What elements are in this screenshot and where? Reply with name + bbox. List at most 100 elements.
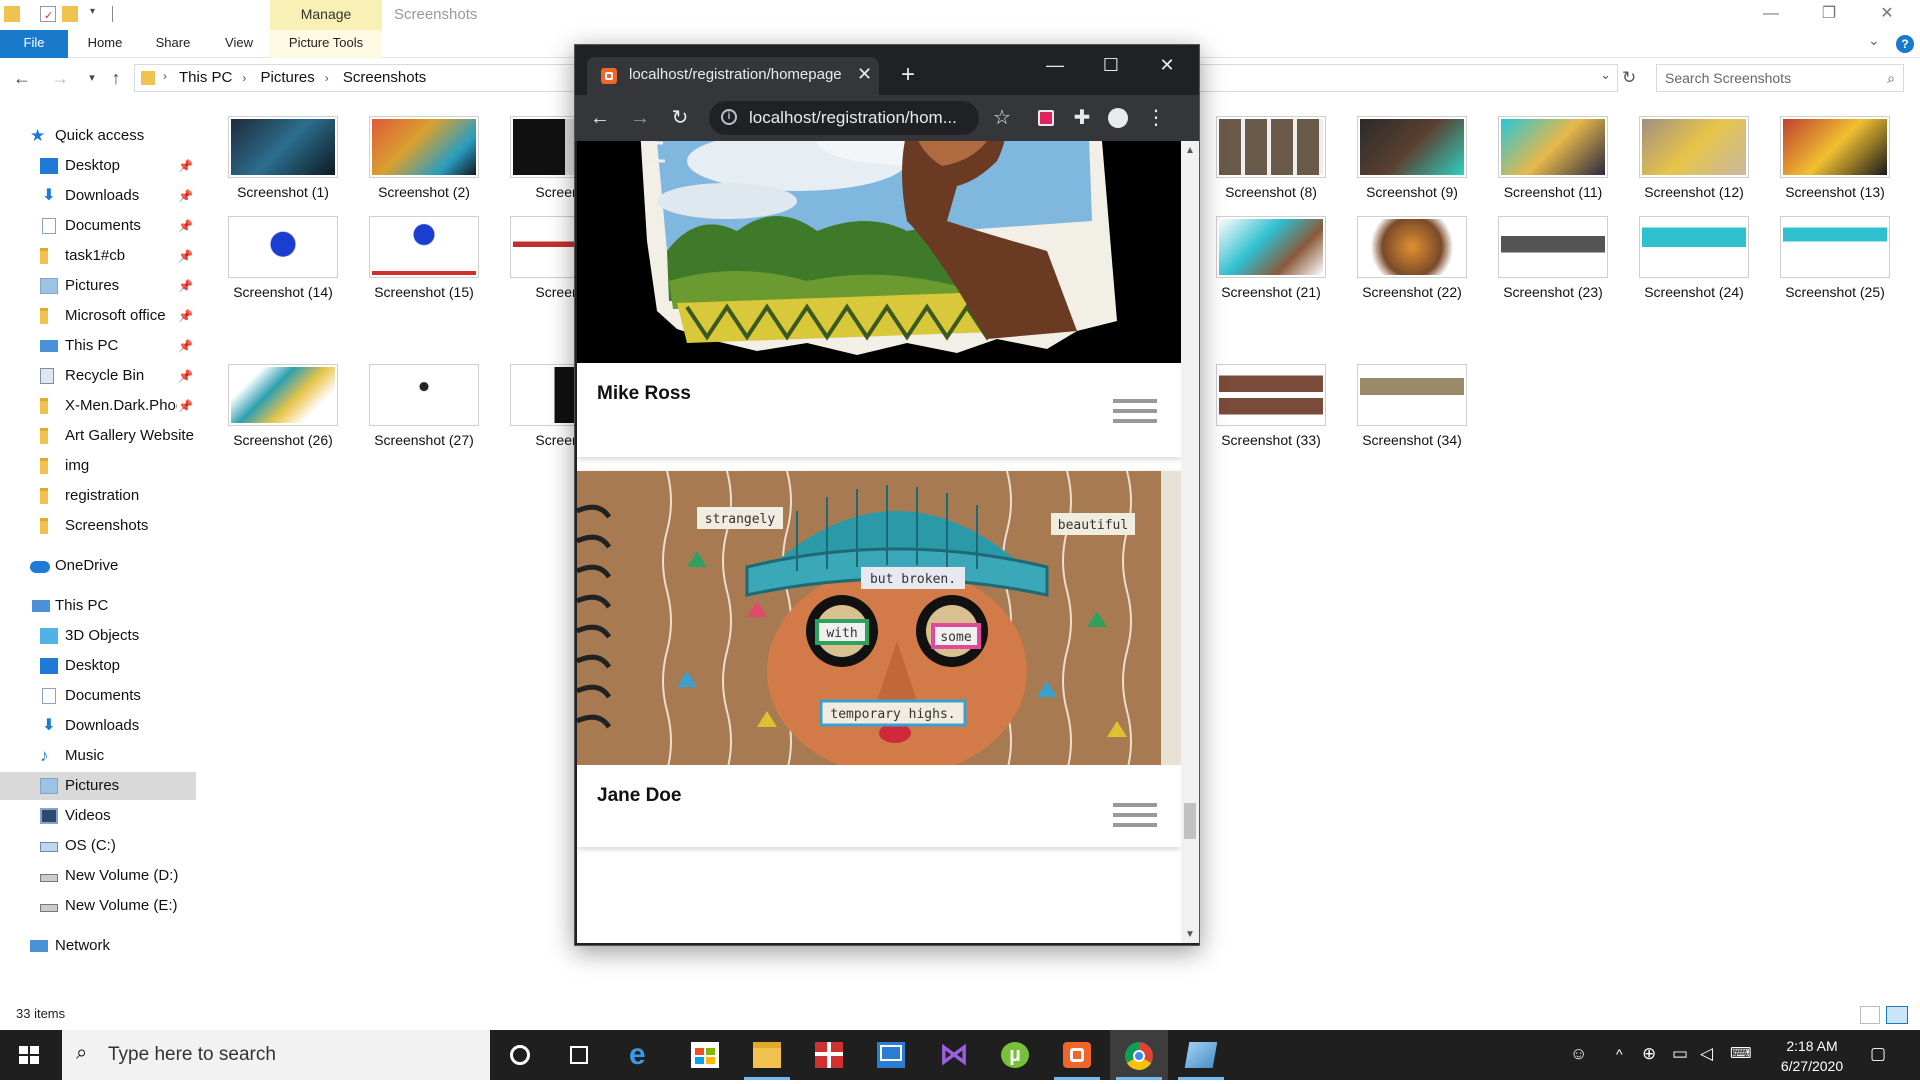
pin-icon[interactable]: 📌 [178, 302, 193, 330]
file-item[interactable]: Screenshot (22) [1347, 212, 1477, 312]
nav-pictures-quick[interactable]: Pictures 📌 [0, 272, 196, 300]
taskbar-photos[interactable] [1172, 1030, 1230, 1080]
tab-view[interactable]: View [214, 30, 264, 58]
new-folder-icon[interactable] [62, 6, 78, 22]
file-item[interactable]: Screenshot (13) [1770, 112, 1900, 212]
cortana-button[interactable] [490, 1030, 548, 1080]
taskbar-utorrent[interactable]: µ [986, 1030, 1044, 1080]
expand-ribbon-icon[interactable]: ⌄ [1868, 32, 1880, 49]
tab-home[interactable]: Home [80, 30, 130, 58]
scroll-up-arrow-icon[interactable]: ▲ [1185, 145, 1195, 156]
scroll-thumb[interactable] [1184, 802, 1196, 839]
file-item[interactable]: Screenshot (1) [218, 112, 348, 212]
page-scrollbar[interactable]: ▲ ▼ [1181, 141, 1199, 943]
nav-desktop[interactable]: Desktop 📌 [0, 152, 196, 180]
back-button[interactable]: ← [10, 66, 34, 90]
nav-onedrive[interactable]: OneDrive [0, 552, 196, 580]
file-item[interactable]: Screenshot (12) [1629, 112, 1759, 212]
taskbar-gift-app[interactable] [800, 1030, 858, 1080]
nav-volume-e[interactable]: New Volume (E:) [0, 892, 196, 920]
tab-picture-tools[interactable]: Picture Tools [270, 30, 382, 58]
nav-task1cb[interactable]: task1#cb 📌 [0, 242, 196, 270]
nav-os-c[interactable]: OS (C:) [0, 832, 196, 860]
tab-manage[interactable]: Manage [270, 0, 382, 30]
extension-shield-icon[interactable] [1033, 105, 1059, 131]
people-icon[interactable]: ☺ [1570, 1044, 1587, 1064]
nav-screenshots[interactable]: Screenshots [0, 512, 196, 540]
menu-kebab-icon[interactable]: ⋮ [1143, 105, 1169, 131]
nav-3d-objects[interactable]: 3D Objects [0, 622, 196, 650]
omnibox[interactable]: i localhost/registration/hom... [709, 101, 979, 135]
site-info-icon[interactable]: i [721, 109, 737, 125]
nav-img[interactable]: img [0, 452, 196, 480]
pin-icon[interactable]: 📌 [178, 242, 193, 270]
qat-customize-icon[interactable]: ▾ [90, 6, 95, 17]
task-view-button[interactable] [550, 1030, 608, 1080]
properties-icon[interactable]: ✓ [40, 6, 56, 22]
file-item[interactable]: Screenshot (21) [1206, 212, 1336, 312]
nav-registration[interactable]: registration [0, 482, 196, 510]
globe-network-icon[interactable]: ⊕ [1642, 1044, 1656, 1064]
nav-quick-access[interactable]: ★ Quick access [0, 122, 196, 150]
file-item[interactable]: Screenshot (24) [1629, 212, 1759, 312]
file-item[interactable]: Screenshot (9) [1347, 112, 1477, 212]
crumb-chevron-icon[interactable]: › [163, 69, 167, 83]
pin-icon[interactable]: 📌 [178, 152, 193, 180]
file-item[interactable]: Screenshot (8) [1206, 112, 1336, 212]
crumb-separator-icon[interactable]: › [325, 71, 329, 85]
pin-icon[interactable]: 📌 [178, 392, 193, 420]
file-item[interactable]: Screenshot (34) [1347, 360, 1477, 460]
crumb-pictures[interactable]: Pictures [261, 69, 315, 86]
file-item[interactable]: Screenshot (23) [1488, 212, 1618, 312]
taskbar-chrome[interactable] [1110, 1030, 1168, 1080]
file-item[interactable]: Screenshot (2) [359, 112, 489, 212]
nav-this-pc-quick[interactable]: This PC 📌 [0, 332, 196, 360]
card-menu-icon[interactable] [1113, 399, 1157, 433]
search-input[interactable] [1657, 65, 1867, 91]
taskbar-file-explorer[interactable] [738, 1030, 796, 1080]
search-icon[interactable]: ⌕ [1887, 70, 1895, 87]
nav-xmen[interactable]: X-Men.Dark.Phoe 📌 [0, 392, 196, 420]
keyboard-icon[interactable]: ⌨ [1730, 1044, 1752, 1062]
volume-icon[interactable]: ◁ [1700, 1044, 1713, 1064]
nav-pictures[interactable]: Pictures [0, 772, 196, 800]
tab-share[interactable]: Share [148, 30, 198, 58]
large-icons-view-icon[interactable] [1886, 1006, 1908, 1024]
taskbar-store[interactable] [676, 1030, 734, 1080]
bookmark-star-icon[interactable]: ☆ [989, 105, 1015, 131]
pin-icon[interactable]: 📌 [178, 362, 193, 390]
browser-tab[interactable]: localhost/registration/homepage ✕ [587, 57, 879, 95]
nav-pc-downloads[interactable]: ⬇ Downloads [0, 712, 196, 740]
nav-documents[interactable]: Documents 📌 [0, 212, 196, 240]
pin-icon[interactable]: 📌 [178, 182, 193, 210]
close-button[interactable]: ✕ [1858, 0, 1916, 30]
nav-pc-documents[interactable]: Documents [0, 682, 196, 710]
nav-art-gallery[interactable]: Art Gallery Website [0, 422, 196, 450]
system-clock[interactable]: 2:18 AM 6/27/2020 [1764, 1036, 1860, 1076]
taskbar-search-input[interactable] [108, 1042, 468, 1068]
file-item[interactable]: Screenshot (26) [218, 360, 348, 460]
chrome-close-button[interactable]: ✕ [1139, 51, 1195, 81]
reload-button[interactable]: ↻ [667, 105, 693, 131]
file-item[interactable]: Screenshot (15) [359, 212, 489, 312]
notifications-icon[interactable]: ▢ [1870, 1044, 1886, 1064]
taskbar-mail[interactable] [862, 1030, 920, 1080]
taskbar-visual-studio[interactable]: ⋈ [924, 1030, 982, 1080]
battery-icon[interactable]: ▭ [1672, 1044, 1688, 1064]
forward-button[interactable]: → [627, 105, 653, 131]
pin-icon[interactable]: 📌 [178, 332, 193, 360]
taskbar-xampp[interactable] [1048, 1030, 1106, 1080]
nav-recycle-bin[interactable]: Recycle Bin 📌 [0, 362, 196, 390]
help-icon[interactable]: ? [1896, 35, 1914, 53]
up-button[interactable]: ↑ [104, 66, 128, 90]
nav-pc-desktop[interactable]: Desktop [0, 652, 196, 680]
address-dropdown-icon[interactable]: ⌄ [1600, 67, 1611, 83]
file-item[interactable]: Screenshot (25) [1770, 212, 1900, 312]
back-button[interactable]: ← [587, 105, 613, 131]
start-button[interactable] [0, 1030, 58, 1080]
crumb-separator-icon[interactable]: › [242, 71, 246, 85]
scroll-down-arrow-icon[interactable]: ▼ [1185, 929, 1195, 940]
refresh-icon[interactable]: ↻ [1622, 68, 1636, 88]
nav-downloads[interactable]: ⬇ Downloads 📌 [0, 182, 196, 210]
nav-microsoft-office[interactable]: Microsoft office 📌 [0, 302, 196, 330]
